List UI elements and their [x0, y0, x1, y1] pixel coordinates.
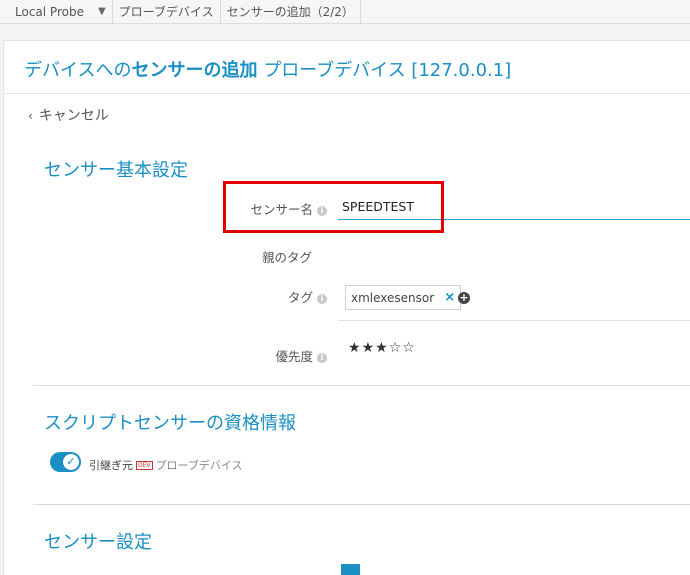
tag-chip-label: xmlexesensor	[351, 290, 435, 305]
section-title-sensor-settings: センサー設定	[44, 532, 152, 553]
inherit-toggle[interactable]: ✓	[50, 452, 81, 472]
section-divider	[33, 504, 690, 505]
highlight-box	[223, 181, 444, 233]
divider	[4, 93, 690, 94]
title-strong: センサーの追加	[131, 60, 258, 81]
device-badge-icon: DEV	[136, 461, 153, 470]
caret-down-icon[interactable]: ▼	[98, 6, 106, 17]
label-text: タグ	[287, 290, 313, 305]
loading-indicator	[341, 564, 360, 575]
remove-tag-icon[interactable]: ×	[444, 290, 455, 305]
title-prefix: デバイスへの	[24, 60, 132, 81]
tags-label: タグ i	[288, 287, 327, 306]
section-divider	[33, 385, 690, 386]
title-suffix: プローブデバイス [127.0.0.1]	[257, 60, 512, 81]
chevron-left-icon: ‹	[28, 109, 33, 123]
priority-rating[interactable]: ★★★☆☆	[348, 340, 416, 356]
tag-chip: xmlexesensor ×	[345, 285, 462, 310]
divider	[338, 320, 690, 321]
breadcrumb: Local Probe ▼ プローブデバイス センサーの追加（2/2）	[0, 0, 690, 24]
check-icon: ✓	[63, 454, 79, 470]
label-text: 優先度	[275, 349, 313, 364]
page-title: デバイスへのセンサーの追加 プローブデバイス [127.0.0.1]	[24, 56, 511, 82]
inherit-text: 引継ぎ元	[89, 459, 133, 472]
label-text: 親のタグ	[261, 250, 312, 265]
star-empty-icon[interactable]: ☆	[402, 340, 416, 356]
section-title-basic: センサー基本設定	[44, 160, 188, 181]
inherit-label: 引継ぎ元 DEV プローブデバイス	[89, 457, 243, 473]
add-sensor-panel: デバイスへのセンサーの追加 プローブデバイス [127.0.0.1] ‹ キャンセ…	[3, 40, 690, 575]
info-icon[interactable]: i	[317, 353, 327, 363]
breadcrumb-local-probe[interactable]: Local Probe ▼	[0, 0, 113, 24]
breadcrumb-probe-device[interactable]: プローブデバイス	[113, 0, 221, 24]
star-filled-icon[interactable]: ★	[362, 340, 376, 356]
info-icon[interactable]: i	[317, 294, 327, 304]
breadcrumb-label: プローブデバイス	[118, 5, 214, 19]
add-tag-icon[interactable]: +	[458, 292, 470, 304]
priority-label: 優先度 i	[275, 346, 327, 365]
parent-tags-label: 親のタグ	[262, 247, 312, 266]
star-filled-icon[interactable]: ★	[375, 340, 389, 356]
cancel-link[interactable]: ‹ キャンセル	[28, 105, 109, 125]
breadcrumb-add-sensor: センサーの追加（2/2）	[221, 0, 361, 24]
breadcrumb-label: センサーの追加（2/2）	[226, 5, 354, 19]
section-title-credentials: スクリプトセンサーの資格情報	[44, 413, 296, 434]
star-filled-icon[interactable]: ★	[348, 340, 362, 356]
inherit-source: プローブデバイス	[155, 459, 243, 472]
cancel-label: キャンセル	[38, 108, 109, 124]
star-empty-icon[interactable]: ☆	[389, 340, 403, 356]
breadcrumb-label: Local Probe	[15, 4, 84, 19]
